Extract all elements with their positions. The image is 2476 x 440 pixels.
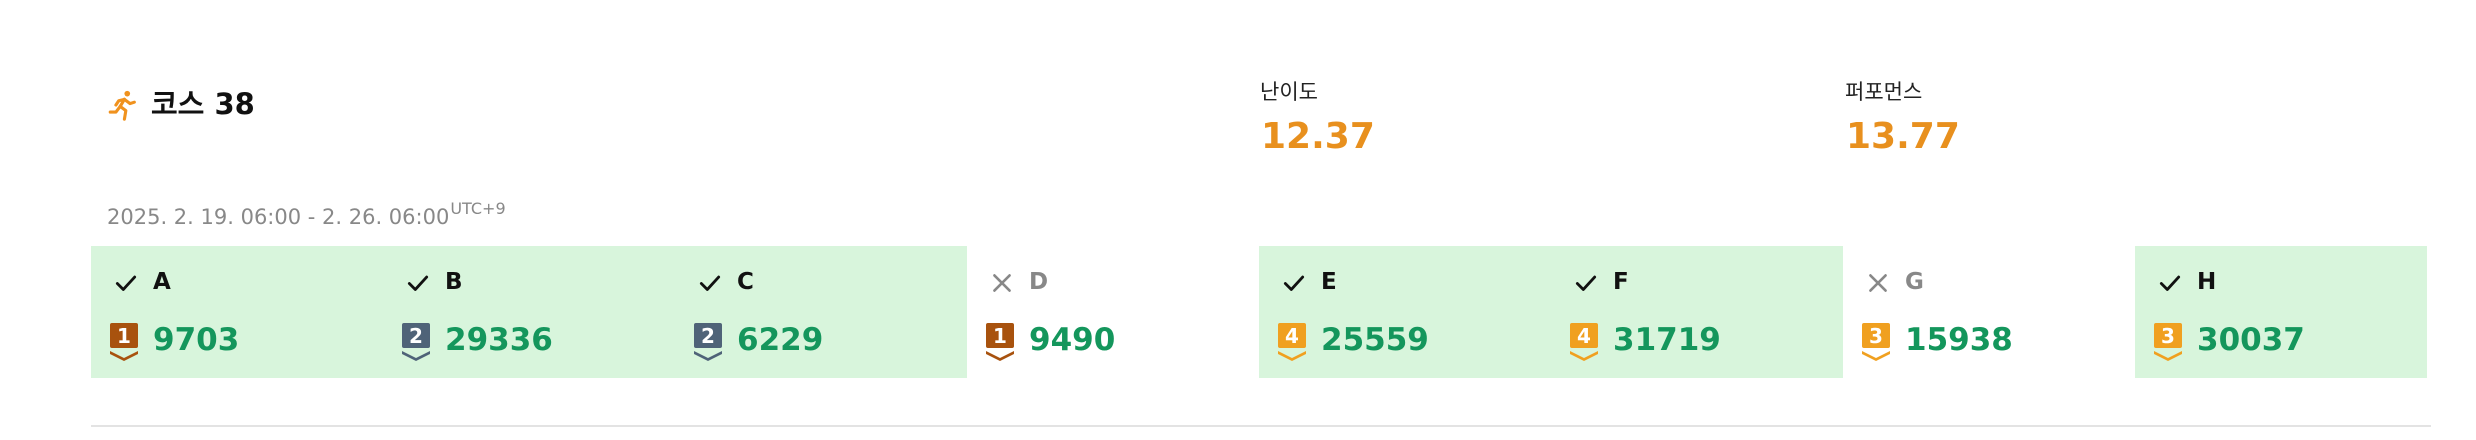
level-badge-number: 2: [701, 324, 715, 348]
performance-value: 13.77: [1846, 116, 1960, 157]
song-name: F: [1613, 269, 1629, 295]
level-badge-icon: 2: [694, 323, 722, 361]
song-cell[interactable]: D 1 9490: [967, 246, 1259, 378]
song-name: D: [1029, 269, 1049, 295]
song-name: C: [737, 269, 754, 295]
song-score: 6229: [737, 322, 824, 358]
level-badge-icon: 4: [1278, 323, 1306, 361]
level-badge-icon: 3: [1862, 323, 1890, 361]
level-badge-number: 3: [2161, 324, 2175, 348]
song-score: 9490: [1029, 322, 1116, 358]
level-badge-number: 4: [1285, 324, 1299, 348]
cross-icon: [1869, 274, 1887, 292]
level-badge-icon: 3: [2154, 323, 2182, 361]
running-person-icon: [108, 90, 136, 121]
song-name: H: [2197, 269, 2217, 295]
level-badge-icon: 1: [986, 323, 1014, 361]
level-badge-number: 3: [1869, 324, 1883, 348]
cross-icon: [993, 274, 1011, 292]
date-range: 2025. 2. 19. 06:00 - 2. 26. 06:00UTC+9: [107, 195, 506, 231]
song-cell[interactable]: C 2 6229: [675, 246, 967, 378]
level-badge-number: 1: [993, 324, 1007, 348]
level-badge-icon: 2: [402, 323, 430, 361]
song-name: A: [153, 269, 171, 295]
difficulty-value: 12.37: [1261, 116, 1375, 157]
check-icon: [407, 275, 429, 291]
song-cell[interactable]: A 1 9703: [91, 246, 383, 378]
check-icon: [1575, 275, 1597, 291]
song-score: 9703: [153, 322, 240, 358]
level-badge-number: 2: [409, 324, 423, 348]
check-icon: [2159, 275, 2181, 291]
song-cell[interactable]: H 3 30037: [2135, 246, 2427, 378]
song-name: G: [1905, 269, 1924, 295]
song-score: 25559: [1321, 322, 1429, 358]
song-cell[interactable]: F 4 31719: [1551, 246, 1843, 378]
song-cell[interactable]: B 2 29336: [383, 246, 675, 378]
check-icon: [699, 275, 721, 291]
song-score: 29336: [445, 322, 553, 358]
song-score: 15938: [1905, 322, 2013, 358]
check-icon: [115, 275, 137, 291]
level-badge-icon: 4: [1570, 323, 1598, 361]
course-title: 코스 38: [151, 87, 255, 121]
level-badge-number: 4: [1577, 324, 1591, 348]
song-cell[interactable]: E 4 25559: [1259, 246, 1551, 378]
song-name: E: [1321, 269, 1337, 295]
song-cell[interactable]: G 3 15938: [1843, 246, 2135, 378]
timezone-label: UTC+9: [450, 199, 506, 218]
performance-label: 퍼포먼스: [1845, 80, 1923, 104]
level-badge-icon: 1: [110, 323, 138, 361]
song-name: B: [445, 269, 463, 295]
song-score: 31719: [1613, 322, 1721, 358]
check-icon: [1283, 275, 1305, 291]
song-score: 30037: [2197, 322, 2305, 358]
level-badge-number: 1: [117, 324, 131, 348]
difficulty-label: 난이도: [1260, 80, 1318, 104]
date-range-text: 2025. 2. 19. 06:00 - 2. 26. 06:00: [107, 205, 450, 229]
bottom-divider: [91, 425, 2431, 427]
